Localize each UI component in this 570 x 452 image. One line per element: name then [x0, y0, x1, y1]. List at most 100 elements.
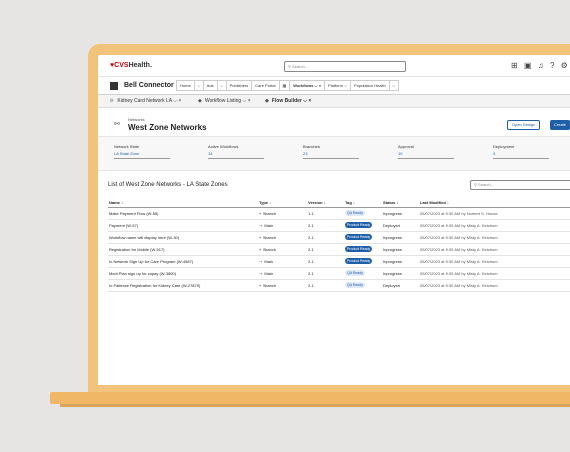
detail-branches: Branches 23 [303, 144, 359, 159]
tag-badge: Product Ready [345, 246, 373, 252]
list-search-placeholder: Search... [478, 182, 495, 187]
nav-tab-care-portal[interactable]: Care Portal [251, 80, 280, 91]
column-header-tag[interactable]: Tag ↓ [344, 198, 382, 208]
row-name[interactable]: Medi Plan sign up for copay (W-3890) [108, 267, 258, 280]
list-search-input[interactable]: ⚲ Search... [470, 180, 570, 190]
row-type: ⑂ Branch [258, 207, 307, 220]
row-name[interactable]: Registration for Mobile (W-517) [108, 243, 258, 256]
global-search-placeholder: Search... [292, 64, 309, 69]
tag-badge: Product Ready [345, 258, 373, 264]
row-tag: Product Ready [344, 243, 382, 256]
settings-icon[interactable]: ⚙ [561, 61, 568, 70]
table-header-row: Name ↓ Type ↓ Version ↓ Tag ↓ Status ↓ L… [108, 198, 570, 208]
chevron-down-icon[interactable]: ⌵ [388, 80, 399, 91]
workspace-tab-label: Flow Builder [271, 98, 302, 104]
help-icon[interactable]: ? [550, 61, 554, 70]
row-name[interactable]: In Network Sign Up for Care Program (W-4… [108, 255, 258, 268]
table-row[interactable]: Registration for Mobile (W-517) ⑂ Branch 2.… [108, 243, 570, 256]
row-type: ⊸ Main [258, 255, 307, 268]
row-status: Deployed [382, 219, 419, 232]
detail-approval: Approval 10 [398, 144, 454, 159]
table-row[interactable]: Medi Plan sign up for copay (W-3890) ⊸ Mai… [108, 267, 570, 280]
row-version: 2.1 [307, 279, 344, 292]
row-last-modified: 05/07/2023 at 9:30 AM by Misty A. Ketchu… [419, 243, 570, 256]
row-status: Inprogress [382, 267, 419, 280]
workflow-icon: ◆ [198, 98, 202, 104]
column-header-name[interactable]: Name ↓ [108, 198, 258, 208]
branch-icon: ⑂ [259, 210, 262, 216]
table-row[interactable]: Payment (W-57) ⊸ Main 2.1 Product Ready Deplo… [108, 219, 570, 232]
detail-active-workflows: Active Workflows 14 [208, 144, 264, 159]
network-icon: ⊪ [110, 98, 115, 104]
laptop-base [50, 392, 570, 404]
nav-tab-ads[interactable]: Ads [202, 80, 218, 91]
row-tag: QA Ready [344, 267, 382, 280]
networks-icon: ⚯ [114, 121, 120, 128]
detail-value[interactable]: 3 [493, 151, 549, 159]
column-header-status[interactable]: Status ↓ [382, 198, 419, 208]
open-design-button[interactable]: Open Design [507, 120, 541, 130]
page-title: West Zone Networks [128, 123, 207, 132]
table-row[interactable]: Make Payment Flow (W-56) ⑂ Branch 1.1 QA Rea… [108, 207, 570, 220]
nav-tab-workflows[interactable]: Workflows ⌵ × [289, 80, 326, 91]
branch-icon: ⑂ [259, 234, 262, 240]
nav-tab-platform[interactable]: Platform ⌵ [324, 80, 352, 91]
nav-tabs: Home ⌵ Ads ⌵ Publishers Care Portal ▦ Wo… [176, 80, 399, 91]
row-type-label: Branch [263, 234, 277, 240]
workspace-tab-kidney-card[interactable]: ⊪ Kidney Card Network LA ⌵ × [110, 98, 181, 104]
nav-tab-publishers[interactable]: Publishers [225, 80, 253, 91]
nav-tab-home[interactable]: Home [176, 80, 195, 91]
detail-value[interactable]: 14 [208, 151, 264, 159]
app-name: Bell Connector [124, 82, 174, 89]
row-tag: Product Ready [344, 219, 382, 232]
row-status: Inprogress [382, 207, 419, 220]
row-tag: QA Ready [344, 279, 382, 292]
list-title: List of West Zone Networks - LA State Zo… [108, 182, 228, 188]
top-icons: ⊞ ▣ ♫ ? ⚙ [511, 61, 570, 70]
row-last-modified: 05/07/2023 at 9:30 AM by Misty A. Ketchu… [419, 279, 570, 292]
grid-icon[interactable]: ⊞ [511, 61, 518, 70]
row-last-modified: 05/07/2023 at 9:30 AM by Norbert S. Hous… [419, 207, 570, 220]
table-row[interactable]: Workflow name will display here (W-30) ⑂ B… [108, 231, 570, 244]
row-status: Inprogress [382, 231, 419, 244]
cvs-logo[interactable]: ♥CVSHealth. [110, 62, 152, 69]
detail-value[interactable]: 10 [398, 151, 454, 159]
tag-badge: Product Ready [345, 234, 373, 240]
nav-tab-population-health[interactable]: Population Health [350, 80, 390, 91]
row-version: 2.1 [307, 267, 344, 280]
row-tag: Product Ready [344, 255, 382, 268]
row-status: Inprogress [382, 255, 419, 268]
detail-label: Approval [398, 144, 414, 149]
row-type: ⑂ Branch [258, 243, 307, 256]
logo-suffix: Health. [128, 62, 152, 69]
row-type-label: Main [264, 258, 274, 264]
table-row[interactable]: In Network Sign Up for Care Program (W-4… [108, 255, 570, 268]
row-type-label: Branch [263, 210, 277, 216]
detail-deployment: Deployment 3 [493, 144, 549, 159]
workspace-tab-flow-builder[interactable]: ◆ Flow Builder ⌵ × [265, 98, 311, 104]
column-header-version[interactable]: Version ↓ [307, 198, 344, 208]
detail-value[interactable]: 23 [303, 151, 359, 159]
row-version: 1.1 [307, 207, 344, 220]
detail-value[interactable]: LA State Zone [114, 151, 170, 159]
builder-icon: ◆ [265, 98, 269, 104]
row-name[interactable]: Workflow name will display here (W-30) [108, 231, 258, 244]
notification-icon[interactable]: ▣ [524, 61, 532, 70]
row-version: 2.1 [307, 231, 344, 244]
column-header-type[interactable]: Type ↓ [258, 198, 307, 208]
bell-icon[interactable]: ♫ [538, 61, 544, 70]
row-version: 2.1 [307, 243, 344, 256]
app-screen: ♥CVSHealth. ⚲ Search... ⊞ ▣ ♫ ? ⚙ Bell C… [98, 55, 570, 385]
workspace-tab-workflow-listing[interactable]: ◆ Workflow Listing ⌵ × [198, 98, 251, 104]
create-button[interactable]: Create [550, 120, 570, 130]
row-name[interactable]: In Patience Registration for Kidney Care… [108, 279, 258, 292]
tag-badge: Product Ready [345, 222, 373, 228]
column-header-last-modified[interactable]: Last Modified ↓ [419, 198, 570, 208]
global-search-input[interactable]: ⚲ Search... [284, 61, 406, 72]
app-grid-icon[interactable] [110, 82, 118, 90]
row-name[interactable]: Payment (W-57) [108, 219, 258, 232]
detail-label: Active Workflows [208, 144, 239, 149]
row-type: ⑂ Branch [258, 279, 307, 292]
table-row[interactable]: In Patience Registration for Kidney Care… [108, 279, 570, 292]
row-name[interactable]: Make Payment Flow (W-56) [108, 207, 258, 220]
